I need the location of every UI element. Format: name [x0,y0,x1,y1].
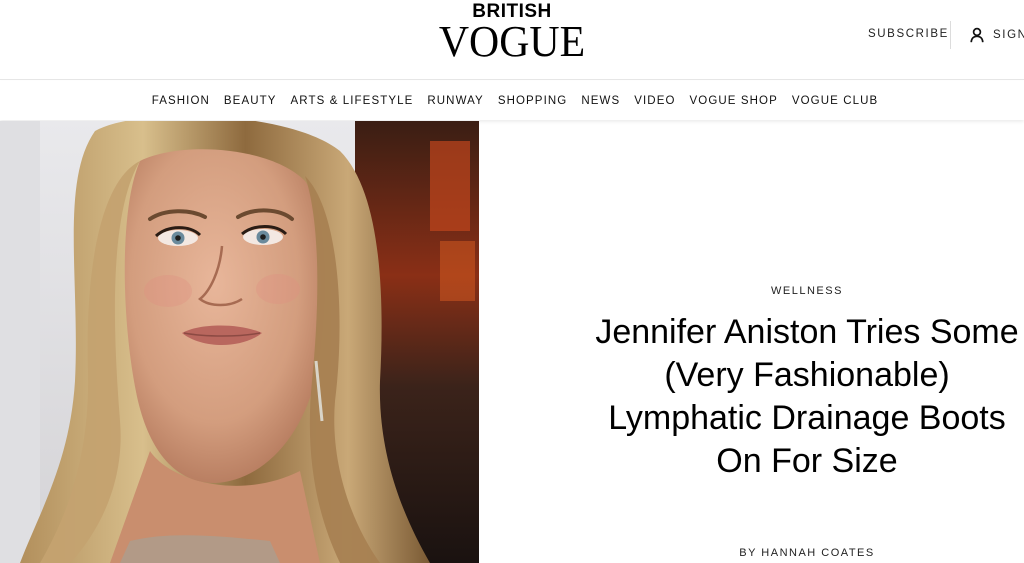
nav-item-fashion[interactable]: FASHION [152,95,210,107]
rubric-link[interactable]: WELLNESS [590,285,1024,297]
nav-item-shopping[interactable]: SHOPPING [498,95,568,107]
logo-vogue-text: VOGUE [438,17,586,66]
nav-item-beauty[interactable]: BEAUTY [224,95,277,107]
site-header: BRITISH VOGUE SUBSCRIBE SIGN IN [0,0,1024,80]
main-nav: FASHION BEAUTY ARTS & LIFESTYLE RUNWAY S… [0,81,1024,120]
nav-item-vogue-club[interactable]: VOGUE CLUB [792,95,878,107]
header-divider [950,21,951,49]
nav-item-arts-lifestyle[interactable]: ARTS & LIFESTYLE [291,95,414,107]
sign-in-link[interactable]: SIGN IN [970,27,1024,43]
nav-item-news[interactable]: NEWS [581,95,620,107]
user-icon [970,27,984,43]
nav-item-video[interactable]: VIDEO [634,95,675,107]
article-header: WELLNESS Jennifer Aniston Tries Some (Ve… [590,121,1024,563]
sign-in-label: SIGN IN [993,29,1024,41]
article-headline: Jennifer Aniston Tries Some (Very Fashio… [595,313,1019,480]
article-byline: BY HANNAH COATES [739,547,875,559]
hero-portrait-photo [0,121,479,563]
nav-item-runway[interactable]: RUNWAY [427,95,483,107]
hero-image[interactable] [0,121,479,563]
subscribe-link[interactable]: SUBSCRIBE [868,28,949,40]
nav-item-vogue-shop[interactable]: VOGUE SHOP [690,95,778,107]
